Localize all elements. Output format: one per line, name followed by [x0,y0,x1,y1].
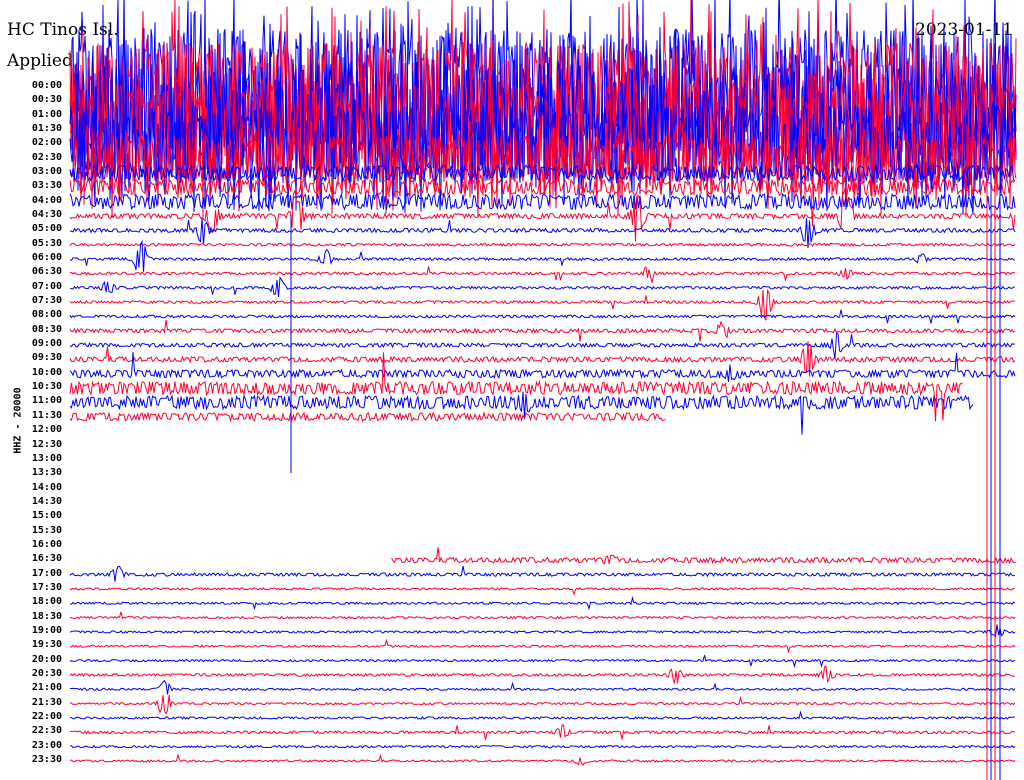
trace-23:00 [69,744,1016,749]
trace-08:30 [69,319,1016,342]
trace-10:30 [69,352,963,422]
trace-22:00 [69,710,1016,720]
trace-04:00 [69,192,1016,212]
trace-17:00 [69,565,1016,582]
trace-21:30 [69,695,1016,715]
helicorder-plot [69,0,1017,780]
trace-18:00 [69,596,1016,611]
trace-21:00 [69,679,1016,695]
trace-11:30 [69,411,666,423]
trace-07:00 [69,276,1016,298]
trace-06:00 [69,239,1016,272]
trace-11:00 [69,391,974,435]
trace-20:00 [69,655,1016,669]
trace-10:00 [69,352,1016,382]
trace-09:00 [69,332,1016,360]
trace-20:30 [69,665,1016,684]
trace-19:30 [70,638,1016,654]
trace-16:30 [391,547,1016,565]
trace-06:30 [69,266,1016,283]
trace-18:30 [69,611,1016,620]
trace-08:00 [69,309,1016,324]
trace-23:30 [69,753,1016,766]
trace-22:30 [69,724,1015,740]
trace-17:30 [69,587,1016,596]
trace-19:00 [69,624,1016,638]
trace-05:30 [69,242,1016,247]
